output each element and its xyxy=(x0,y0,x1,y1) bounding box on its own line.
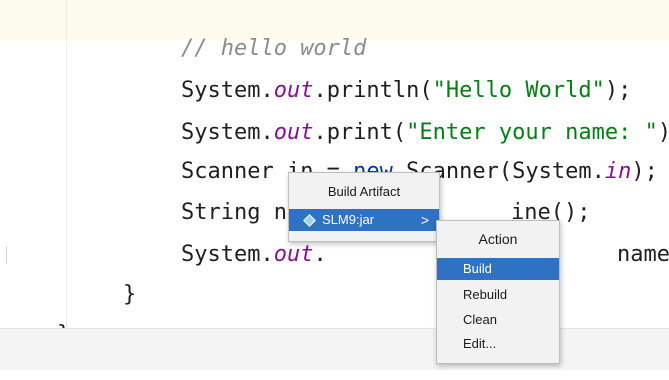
popup-title: Action xyxy=(478,231,518,247)
build-artifact-popup: Build Artifact SLM9:jar > xyxy=(288,172,440,242)
action-popup: Action Build Rebuild Clean Edit... xyxy=(436,220,560,364)
code-token: ); xyxy=(658,120,669,145)
fold-marker-icon[interactable] xyxy=(0,246,7,264)
menu-item-rebuild[interactable]: Rebuild xyxy=(437,284,559,306)
artifact-label: SLM9:jar xyxy=(322,212,375,227)
code-token: System. xyxy=(180,242,274,267)
code-token: name); xyxy=(616,242,669,267)
artifact-icon xyxy=(304,215,314,225)
code-token: } xyxy=(122,282,137,307)
code-token-field: in xyxy=(604,159,632,184)
code-token: . xyxy=(313,242,327,267)
code-token: ); xyxy=(631,159,658,184)
code-editor[interactable]: // hello world System.out.println("Hello… xyxy=(0,0,669,347)
status-bar xyxy=(0,328,669,370)
menu-item-build[interactable]: Build xyxy=(437,258,559,280)
code-line-close-brace-inner: } xyxy=(70,250,136,340)
code-line-print-name-tail: name); xyxy=(564,210,669,300)
indent-guide xyxy=(66,0,67,328)
code-token-field: out xyxy=(273,242,314,267)
popup-title: Build Artifact xyxy=(327,184,401,199)
chevron-right-icon: > xyxy=(420,212,429,228)
menu-item-clean[interactable]: Clean xyxy=(437,309,559,331)
menu-item-edit[interactable]: Edit... xyxy=(437,333,559,355)
artifact-item-slm9-jar[interactable]: SLM9:jar > xyxy=(289,209,439,231)
